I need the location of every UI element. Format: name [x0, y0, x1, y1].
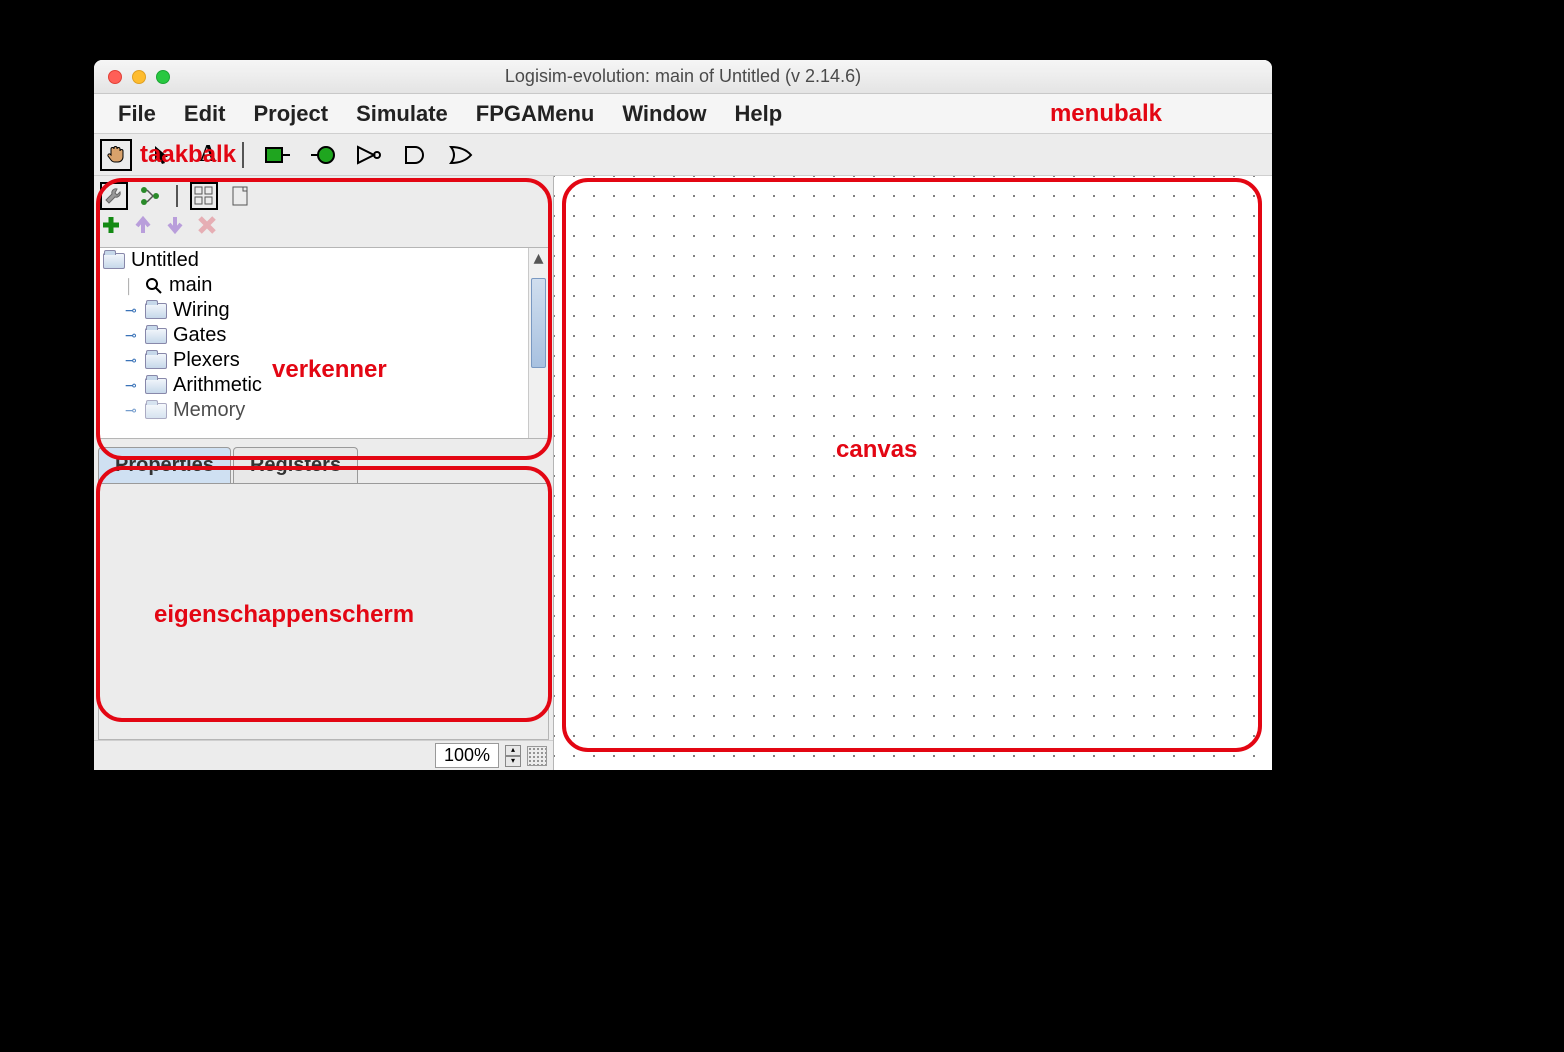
tab-properties[interactable]: Properties: [98, 447, 231, 483]
output-pin-icon: [311, 144, 337, 166]
tree-item-main[interactable]: │ main: [99, 273, 548, 298]
menu-simulate[interactable]: Simulate: [342, 97, 462, 131]
magnifier-icon: [145, 277, 163, 295]
input-pin-icon: [265, 145, 291, 165]
cross-icon: [196, 214, 218, 236]
tree-item-memory[interactable]: ⊸ Memory: [99, 398, 548, 423]
arrow-up-icon: [132, 214, 154, 236]
disclosure-closed-icon: ⊸: [125, 402, 139, 419]
explorer-view-toolbar: [94, 176, 553, 212]
page-icon: [229, 185, 251, 207]
explorer-action-toolbar: [94, 212, 553, 247]
zoom-bar: 100% ▴ ▾: [94, 740, 553, 770]
tree-item-label: main: [169, 274, 212, 297]
appearance-view-button[interactable]: [190, 182, 218, 210]
tree-item-gates[interactable]: ⊸ Gates: [99, 323, 548, 348]
cursor-arrow-icon: [152, 144, 172, 166]
move-up-button[interactable]: [132, 214, 154, 241]
disclosure-closed-icon: ⊸: [125, 377, 139, 394]
design-canvas[interactable]: [554, 176, 1272, 770]
menubar: File Edit Project Simulate FPGAMenu Wind…: [94, 94, 1272, 134]
scroll-thumb[interactable]: [531, 278, 546, 368]
tree-item-label: Gates: [173, 324, 226, 347]
folder-icon: [145, 403, 167, 419]
not-gate-icon: [356, 145, 384, 165]
and-gate-icon: [403, 144, 429, 166]
grid-toggle-button[interactable]: [527, 746, 547, 766]
window-title: Logisim-evolution: main of Untitled (v 2…: [94, 66, 1272, 87]
tree-item-wiring[interactable]: ⊸ Wiring: [99, 298, 548, 323]
menu-window[interactable]: Window: [608, 97, 720, 131]
tree-item-label: Memory: [173, 399, 245, 422]
zoom-value[interactable]: 100%: [435, 743, 499, 768]
or-gate-icon: [448, 144, 476, 166]
toolbar: A: [94, 134, 1272, 176]
tree-root[interactable]: Untitled: [99, 248, 548, 273]
zoom-up-icon[interactable]: ▴: [505, 745, 521, 756]
menu-edit[interactable]: Edit: [170, 97, 240, 131]
and-gate-tool-button[interactable]: [400, 139, 432, 171]
layout-grid-icon: [193, 185, 215, 207]
left-panel: Untitled │ main ⊸ Wiring ⊸ Ga: [94, 176, 554, 770]
tree-item-plexers[interactable]: ⊸ Plexers: [99, 348, 548, 373]
main-area: Untitled │ main ⊸ Wiring ⊸ Ga: [94, 176, 1272, 770]
titlebar: Logisim-evolution: main of Untitled (v 2…: [94, 60, 1272, 94]
menu-file[interactable]: File: [104, 97, 170, 131]
annotation-menubalk: menubalk: [1050, 100, 1162, 128]
application-window: Logisim-evolution: main of Untitled (v 2…: [94, 60, 1272, 770]
tab-registers[interactable]: Registers: [233, 447, 358, 483]
delete-circuit-button[interactable]: [196, 214, 218, 241]
menu-project[interactable]: Project: [239, 97, 342, 131]
text-tool-button[interactable]: A: [192, 139, 224, 171]
menu-help[interactable]: Help: [720, 97, 796, 131]
folder-icon: [145, 378, 167, 394]
disclosure-closed-icon: ⊸: [125, 327, 139, 344]
explorer-tree[interactable]: Untitled │ main ⊸ Wiring ⊸ Ga: [98, 247, 549, 439]
tree-icon: [139, 185, 161, 207]
select-tool-button[interactable]: [146, 139, 178, 171]
folder-icon: [145, 303, 167, 319]
plus-icon: [100, 214, 122, 236]
toolbox-view-button[interactable]: [100, 182, 128, 210]
poke-tool-button[interactable]: [100, 139, 132, 171]
move-down-button[interactable]: [164, 214, 186, 241]
tree-branch-icon: │: [125, 278, 139, 294]
tree-item-label: Plexers: [173, 349, 240, 372]
input-pin-tool-button[interactable]: [262, 139, 294, 171]
poke-hand-icon: [104, 143, 128, 167]
disclosure-closed-icon: ⊸: [125, 352, 139, 369]
scroll-up-icon[interactable]: ▴: [529, 248, 548, 266]
disclosure-closed-icon: ⊸: [125, 302, 139, 319]
folder-icon: [103, 253, 125, 269]
not-gate-tool-button[interactable]: [354, 139, 386, 171]
zoom-spinner[interactable]: ▴ ▾: [505, 745, 521, 767]
or-gate-tool-button[interactable]: [446, 139, 478, 171]
wrench-icon: [103, 185, 125, 207]
zoom-down-icon[interactable]: ▾: [505, 756, 521, 767]
toolbar-separator: [242, 142, 244, 168]
tree-item-label: Arithmetic: [173, 374, 262, 397]
output-pin-tool-button[interactable]: [308, 139, 340, 171]
folder-icon: [145, 353, 167, 369]
menu-fpgamenu[interactable]: FPGAMenu: [462, 97, 609, 131]
properties-panel: [98, 484, 549, 740]
tree-scrollbar[interactable]: ▴: [528, 248, 548, 438]
properties-tabs: Properties Registers: [98, 447, 549, 484]
tree-item-label: Wiring: [173, 299, 230, 322]
tree-root-label: Untitled: [131, 249, 199, 272]
arrow-down-icon: [164, 214, 186, 236]
folder-icon: [145, 328, 167, 344]
explorer-separator: [176, 185, 178, 207]
add-circuit-button[interactable]: [100, 214, 122, 241]
letter-a-icon: A: [199, 141, 216, 168]
layout-view-button[interactable]: [226, 182, 254, 210]
simulation-view-button[interactable]: [136, 182, 164, 210]
tree-item-arithmetic[interactable]: ⊸ Arithmetic: [99, 373, 548, 398]
